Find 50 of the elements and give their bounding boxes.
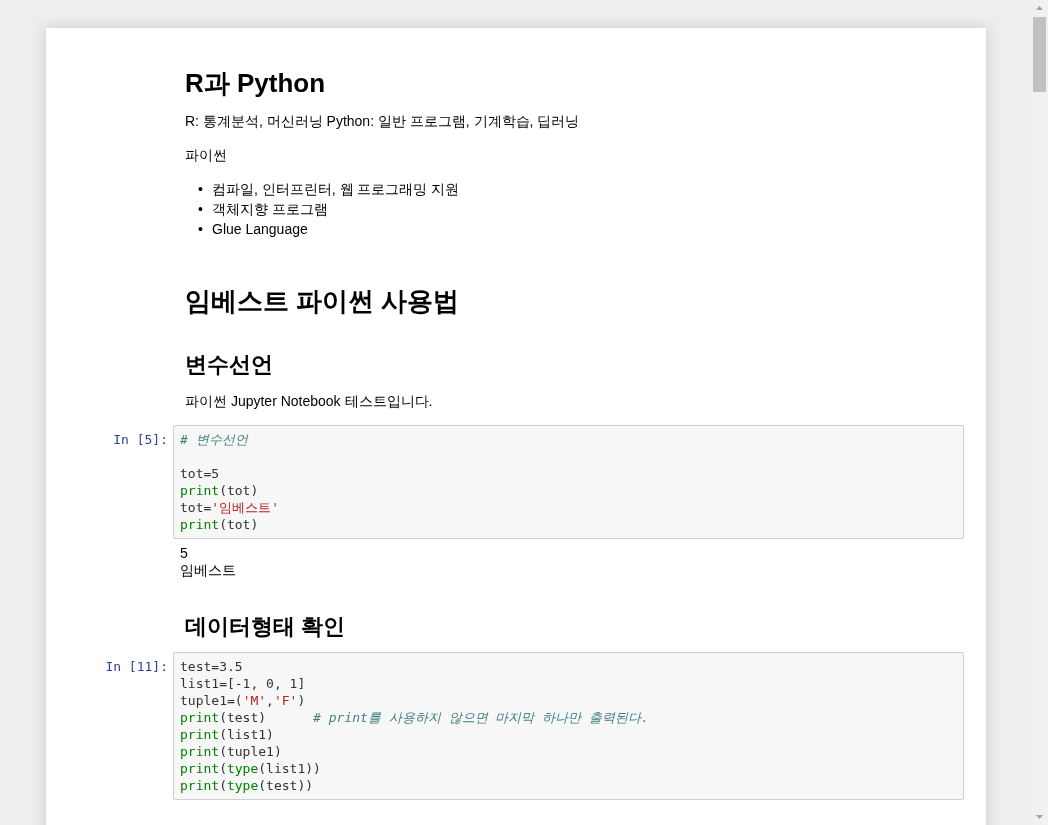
bullet-item: 객체지향 프로그램 — [212, 200, 328, 220]
code-text: ( — [219, 761, 227, 777]
code-text: (tuple1) — [219, 744, 282, 760]
paragraph: R: 통계분석, 머신러닝 Python: 일반 프로그램, 기계학습, 딥러닝 — [185, 112, 581, 132]
code-text: ) — [297, 693, 306, 709]
code-text: (test)) — [258, 778, 314, 794]
bullet-item: 컴파일, 인터프린터, 웹 프로그래밍 지원 — [212, 180, 460, 200]
builtin-name: print — [180, 761, 220, 777]
paragraph: 파이썬 Jupyter Notebook 테스트입니다. — [185, 391, 434, 411]
code-text: ( — [219, 778, 227, 794]
output-text: 임베스트 — [180, 561, 237, 579]
code-text: tot= — [180, 499, 212, 515]
bullet-item: Glue Language — [212, 220, 308, 240]
code-text: (tot) — [219, 516, 259, 532]
code-text: (tot) — [219, 482, 259, 498]
input-prompt: In [5]: — [112, 430, 169, 448]
paragraph: 파이썬 — [185, 146, 228, 166]
code-text: (list1) — [219, 727, 274, 743]
code-comment: # 변수선언 — [180, 431, 248, 447]
input-prompt: In [11]: — [104, 658, 169, 676]
bullet-marker: • — [198, 180, 204, 200]
builtin-name: print — [180, 727, 220, 743]
subheading: 데이터형태 확인 — [185, 613, 347, 641]
scrollbar-thumb[interactable] — [1033, 17, 1046, 92]
code-text: , — [266, 693, 274, 709]
code-editor[interactable]: test=3.5 list1=[-1, 0, 1] tuple1=('M','F') print(test) # print를 사용하지 않으면 마지막 하나만 출력된다. print(list1) print(tuple1) print(type(list1)) print(type(test)) — [173, 652, 964, 801]
string-literal: 'F' — [273, 693, 298, 709]
heading: 임베스트 파이썬 사용법 — [185, 286, 461, 318]
builtin-name: print — [180, 744, 220, 760]
builtin-name: print — [180, 710, 220, 726]
builtin-name: print — [180, 516, 220, 532]
builtin-name: print — [180, 482, 220, 498]
code-text: test=3.5 — [180, 659, 243, 675]
builtin-name: type — [226, 778, 259, 794]
bullet-marker: • — [198, 220, 204, 240]
code-text: list1=[-1, 0, 1] — [180, 676, 306, 692]
code-text: (test) — [219, 710, 268, 726]
code-text: tot=5 — [180, 465, 220, 481]
output-text: 5 — [180, 544, 189, 562]
string-literal: 'M' — [242, 693, 267, 709]
heading: R과 Python — [185, 68, 327, 100]
bullet-marker: • — [198, 200, 204, 220]
code-text: (list1)) — [258, 761, 321, 777]
builtin-name: type — [226, 761, 259, 777]
string-literal: '임베스트' — [211, 499, 279, 515]
code-text: tuple1=( — [180, 693, 243, 709]
code-editor[interactable]: # 변수선언 tot=5 print(tot) tot='임베스트' print(tot) — [173, 424, 964, 539]
subheading: 변수선언 — [185, 352, 274, 379]
builtin-name: print — [180, 778, 220, 794]
code-comment: # print를 사용하지 않으면 마지막 하나만 출력된다. — [313, 710, 649, 726]
